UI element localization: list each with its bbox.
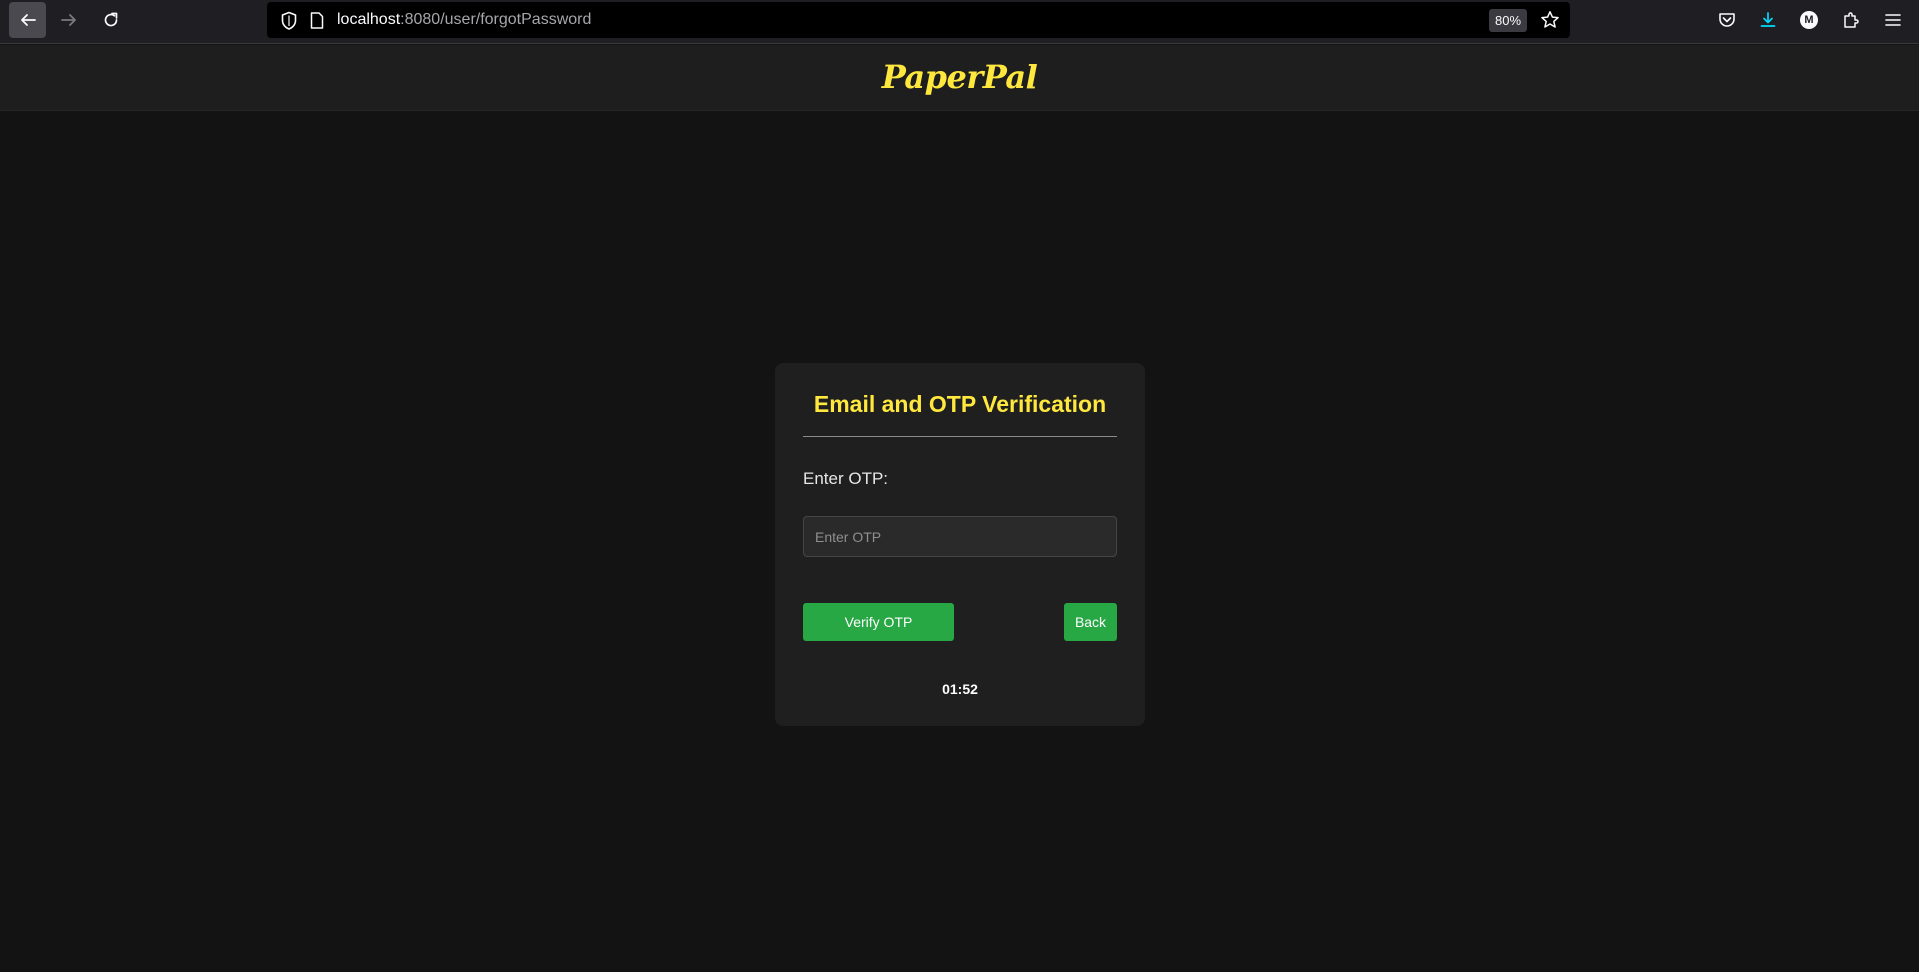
back-arrow-icon [20,14,36,26]
url-text[interactable]: localhost:8080/user/forgotPassword [337,11,591,29]
countdown-timer: 01:52 [942,681,978,697]
verify-otp-button[interactable]: Verify OTP [803,603,954,641]
url-host: localhost [337,11,401,28]
brand-logo[interactable]: PaperPal [0,58,1919,96]
zoom-level-badge[interactable]: 80% [1489,9,1527,32]
pocket-icon [1719,13,1735,27]
reload-icon [104,12,117,27]
shield-icon[interactable] [280,11,298,31]
menu-icon [1885,14,1901,26]
star-icon[interactable] [1540,10,1560,30]
account-button[interactable]: M [1797,8,1821,32]
forward-arrow-icon [60,14,76,26]
otp-label: Enter OTP: [803,469,889,488]
reload-button[interactable] [92,2,129,38]
extensions-button[interactable] [1839,8,1863,32]
address-bar[interactable]: localhost:8080/user/forgotPassword 80% [267,2,1570,38]
forward-button[interactable] [50,2,87,38]
pocket-button[interactable] [1715,8,1739,32]
back-button[interactable] [9,2,46,38]
site-header: PaperPal [0,45,1919,111]
page-icon [310,12,324,29]
extensions-icon [1844,12,1859,28]
back-button-form[interactable]: Back [1064,603,1117,641]
browser-toolbar: localhost:8080/user/forgotPassword 80% M [0,0,1919,44]
download-icon [1760,12,1776,27]
divider [803,436,1117,437]
url-path: :8080/user/forgotPassword [400,11,592,28]
otp-input[interactable] [803,516,1117,557]
downloads-button[interactable] [1756,8,1780,32]
menu-button[interactable] [1881,8,1905,32]
avatar: M [1800,11,1818,29]
card-title: Email and OTP Verification [813,391,1107,417]
otp-verification-card: Email and OTP Verification Enter OTP: Ve… [775,363,1145,726]
